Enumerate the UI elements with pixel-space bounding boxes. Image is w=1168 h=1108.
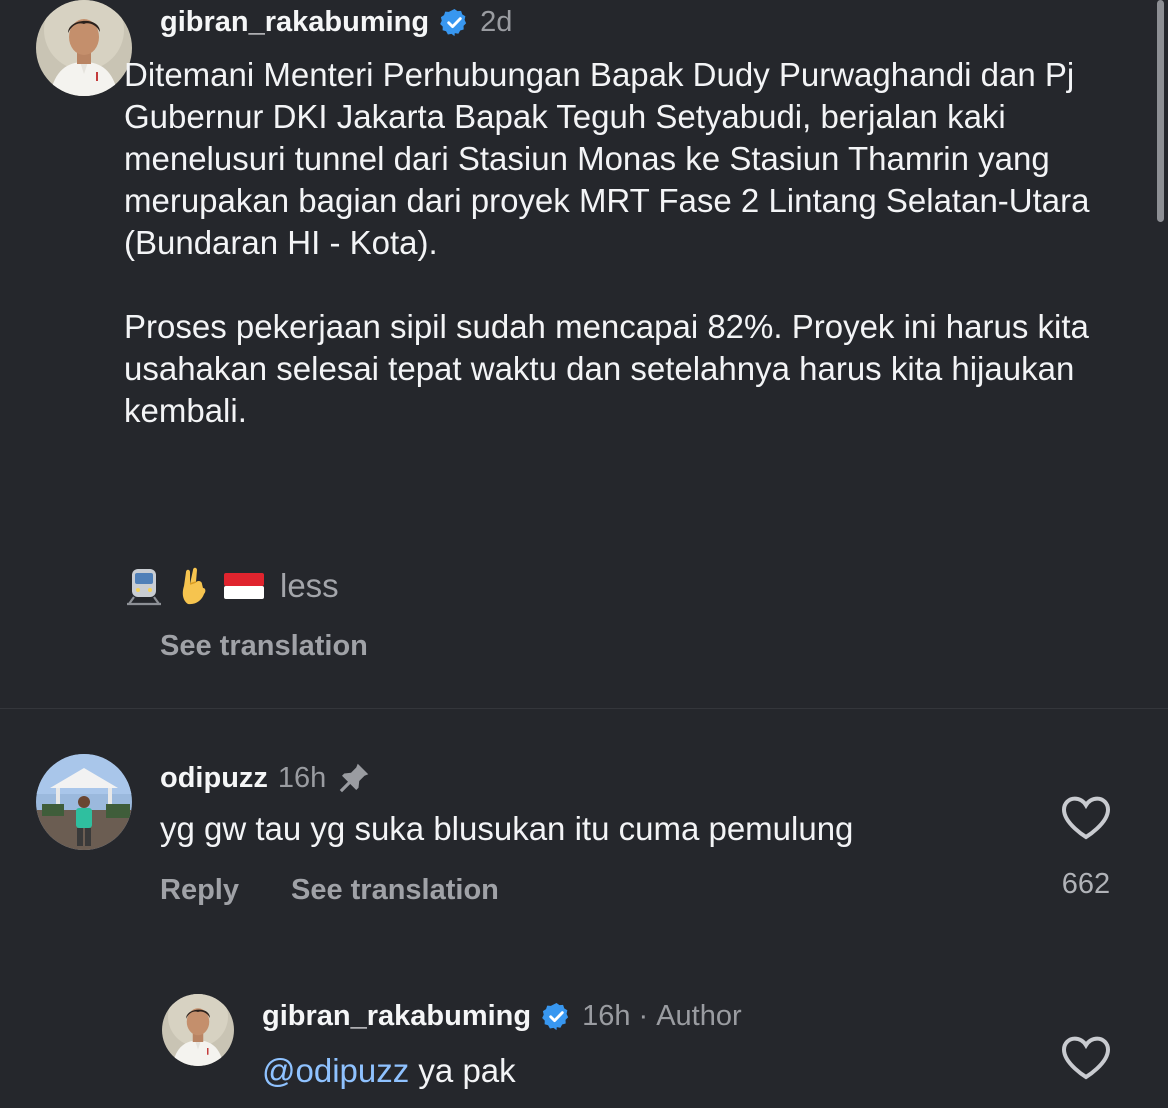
train-front-emoji-icon: [124, 566, 164, 606]
mention-link[interactable]: @odipuzz: [262, 1052, 409, 1089]
less-link[interactable]: less: [280, 567, 339, 605]
comment-text: yg gw tau yg suka blusukan itu cuma pemu…: [160, 810, 854, 847]
reply-username[interactable]: gibran_rakabuming: [262, 1000, 531, 1033]
meta-separator: ·: [638, 1000, 649, 1032]
post-see-translation-link[interactable]: See translation: [160, 630, 368, 663]
post-timestamp: 2d: [480, 6, 513, 38]
post-header: gibran_rakabuming 2d: [160, 6, 512, 39]
post-author-avatar[interactable]: [36, 0, 132, 96]
reply-button[interactable]: Reply: [160, 874, 239, 907]
caption-paragraph-2: Proses pekerjaan sipil sudah mencapai 82…: [124, 308, 1089, 429]
reply-header: gibran_rakabuming 16h · Author: [262, 1000, 742, 1033]
verified-badge-icon: [541, 1001, 572, 1032]
commenter-avatar[interactable]: [36, 754, 132, 850]
reply-timestamp: 16h: [582, 1000, 631, 1032]
indonesia-flag-emoji-icon: [224, 566, 264, 606]
comment-like-heart-icon[interactable]: [1060, 794, 1112, 842]
caption-paragraph-1: Ditemani Menteri Perhubungan Bapak Dudy …: [124, 56, 1090, 261]
post-username[interactable]: gibran_rakabuming: [160, 6, 429, 39]
caption-emoji-line: less: [124, 566, 339, 606]
comment-like-count: 662: [1061, 868, 1111, 900]
comment-timestamp: 16h: [277, 761, 327, 794]
scrollbar[interactable]: [1157, 0, 1164, 222]
comment-see-translation-link[interactable]: See translation: [291, 874, 499, 907]
reply-text: @odipuzz ya pak: [262, 1052, 516, 1090]
reply-body: ya pak: [409, 1052, 516, 1089]
comment-header: odipuzz 16h: [160, 760, 372, 796]
divider: [0, 708, 1168, 709]
author-label: Author: [656, 1000, 742, 1032]
reply-author-avatar[interactable]: [162, 994, 234, 1066]
caption-text: Ditemani Menteri Perhubungan Bapak Dudy …: [124, 54, 1119, 474]
pin-icon: [336, 760, 372, 796]
comment-actions: Reply See translation: [160, 874, 551, 907]
verified-badge-icon: [439, 7, 470, 38]
comment-username[interactable]: odipuzz: [160, 762, 268, 795]
crossed-fingers-emoji-icon: [174, 566, 214, 606]
reply-like-heart-icon[interactable]: [1060, 1034, 1112, 1082]
